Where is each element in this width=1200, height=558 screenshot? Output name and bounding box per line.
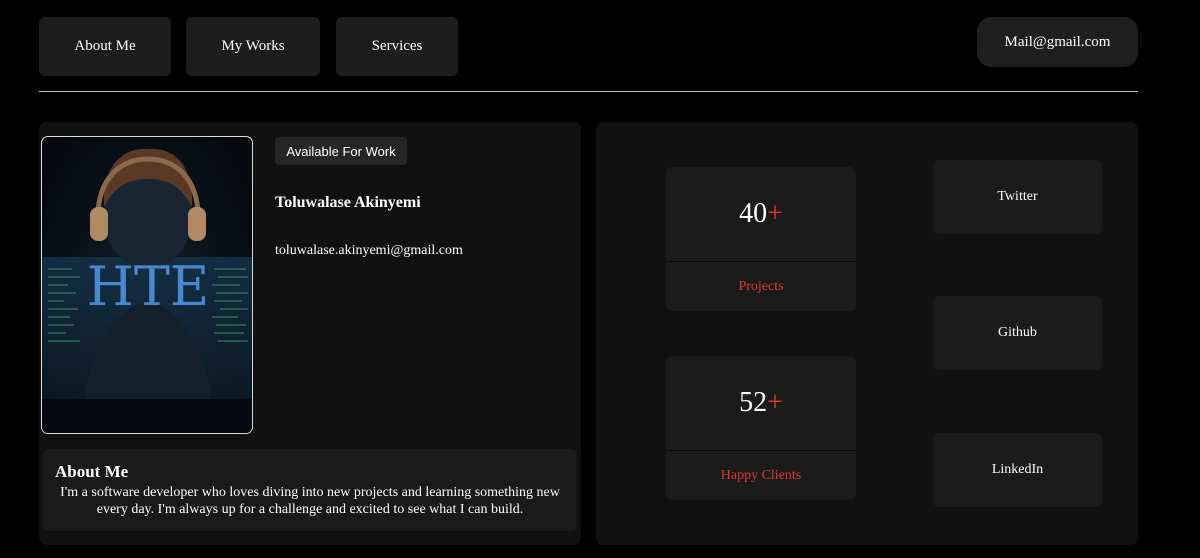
nav-services-button[interactable]: Services xyxy=(336,17,458,76)
nav-works-button[interactable]: My Works xyxy=(186,17,320,76)
profile-photo: HTE xyxy=(41,136,253,434)
clients-plus: + xyxy=(767,387,783,418)
projects-label: Projects xyxy=(738,279,784,294)
header-divider xyxy=(39,91,1138,92)
stats-panel: 40 + Projects 52 + Happy Clients Twitter G… xyxy=(596,122,1138,545)
profile-panel: HTE Available For Work Toluwalase Akinye… xyxy=(39,122,581,545)
twitter-button[interactable]: Twitter xyxy=(933,160,1102,234)
projects-count: 40 + xyxy=(666,167,856,262)
about-title: About Me xyxy=(55,462,129,481)
projects-stat-card: 40 + Projects xyxy=(666,167,856,311)
github-button[interactable]: Github xyxy=(933,296,1102,370)
clients-label: Happy Clients xyxy=(720,468,802,483)
nav-about-button[interactable]: About Me xyxy=(39,17,171,76)
clients-value: 52 xyxy=(739,387,768,418)
about-section: About Me I'm a software developer who lo… xyxy=(43,449,577,531)
projects-value: 40 xyxy=(739,198,768,229)
clients-stat-card: 52 + Happy Clients xyxy=(666,356,856,500)
about-text: I'm a software developer who loves divin… xyxy=(60,485,560,517)
mail-button[interactable]: Mail@gmail.com xyxy=(977,17,1138,67)
profile-email: toluwalase.akinyemi@gmail.com xyxy=(275,243,463,258)
linkedin-button[interactable]: LinkedIn xyxy=(933,433,1102,507)
projects-plus: + xyxy=(767,198,783,229)
profile-illustration: HTE xyxy=(42,148,252,433)
svg-text:HTE: HTE xyxy=(87,255,210,318)
clients-count: 52 + xyxy=(666,356,856,451)
profile-name: Toluwalase Akinyemi xyxy=(275,194,421,211)
availability-badge: Available For Work xyxy=(275,137,407,165)
